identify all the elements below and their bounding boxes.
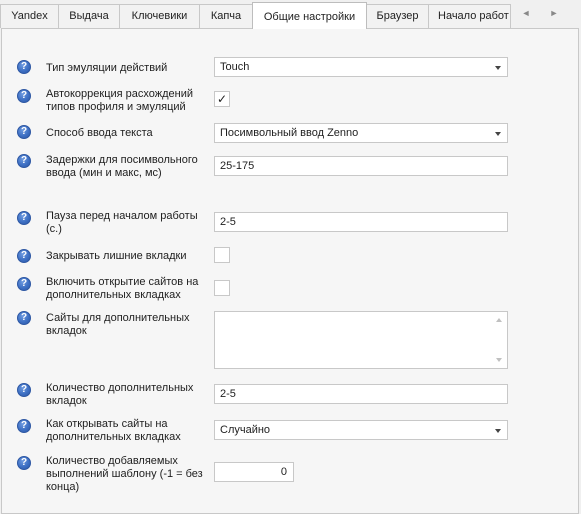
close-extra-tabs-checkbox[interactable] (214, 247, 230, 263)
label-extra-tab-count: Количество дополнительных вкладок (46, 382, 194, 407)
scroll-up-icon[interactable] (496, 318, 502, 322)
help-icon[interactable]: ? (17, 419, 31, 433)
label-emulation-type: Тип эмуляции действий (46, 62, 168, 74)
label-template-runs: Количество добавляемых выполнений шаблон… (46, 455, 203, 493)
tab-scroll-right-icon[interactable]: ► (546, 6, 562, 20)
label-input-delays: Задержки для посимвольного ввода (мин и … (46, 154, 198, 179)
emulation-type-select[interactable]: Touch (214, 57, 508, 77)
input-method-select[interactable]: Посимвольный ввод Zenno (214, 123, 508, 143)
label-autocorrect: Автокоррекция расхождений типов профиля … (46, 88, 194, 113)
label-pause-before-start: Пауза перед началом работы (с.) (46, 210, 198, 235)
scrollbar[interactable] (492, 313, 506, 367)
help-icon[interactable]: ? (17, 383, 31, 397)
label-close-extra-tabs: Закрывать лишние вкладки (46, 250, 187, 262)
scroll-down-icon[interactable] (496, 358, 502, 362)
pause-before-start-field[interactable]: 2-5 (214, 212, 508, 232)
tab-browser[interactable]: Браузер (366, 4, 429, 28)
tab-keywords[interactable]: Ключевики (119, 4, 200, 28)
tab-general-settings[interactable]: Общие настройки (252, 2, 367, 29)
chevron-down-icon (495, 429, 501, 433)
chevron-down-icon (495, 66, 501, 70)
help-icon[interactable]: ? (17, 211, 31, 225)
label-extra-tab-sites: Сайты для дополнительных вкладок (46, 312, 190, 337)
open-method-value: Случайно (220, 424, 271, 436)
help-icon[interactable]: ? (17, 154, 31, 168)
help-icon[interactable]: ? (17, 456, 31, 470)
label-input-method: Способ ввода текста (46, 127, 153, 139)
label-open-method: Как открывать сайты на дополнительных вк… (46, 418, 181, 443)
emulation-type-value: Touch (220, 61, 250, 73)
help-icon[interactable]: ? (17, 60, 31, 74)
help-icon[interactable]: ? (17, 125, 31, 139)
tab-scroll-left-icon[interactable]: ◄ (518, 6, 534, 20)
autocorrect-checkbox[interactable]: ✓ (214, 91, 230, 107)
tab-bar: Yandex Выдача Ключевики Капча Общие наст… (0, 0, 581, 29)
tab-start-work[interactable]: Начало работ (428, 4, 511, 28)
extra-tab-count-field[interactable]: 2-5 (214, 384, 508, 404)
template-runs-stepper[interactable]: 0 (214, 462, 294, 482)
chevron-down-icon (495, 132, 501, 136)
open-sites-extra-tabs-checkbox[interactable] (214, 280, 230, 296)
tab-captcha[interactable]: Капча (199, 4, 253, 28)
checkmark-icon: ✓ (216, 92, 228, 106)
open-method-select[interactable]: Случайно (214, 420, 508, 440)
help-icon[interactable]: ? (17, 311, 31, 325)
tab-vydacha[interactable]: Выдача (58, 4, 120, 28)
help-icon[interactable]: ? (17, 89, 31, 103)
help-icon[interactable]: ? (17, 277, 31, 291)
input-delays-field[interactable]: 25-175 (214, 156, 508, 176)
help-icon[interactable]: ? (17, 249, 31, 263)
extra-tab-sites-textarea[interactable] (214, 311, 508, 369)
input-method-value: Посимвольный ввод Zenno (220, 127, 359, 139)
label-open-sites-extra-tabs: Включить открытие сайтов на дополнительн… (46, 276, 199, 301)
tab-yandex[interactable]: Yandex (0, 4, 59, 28)
